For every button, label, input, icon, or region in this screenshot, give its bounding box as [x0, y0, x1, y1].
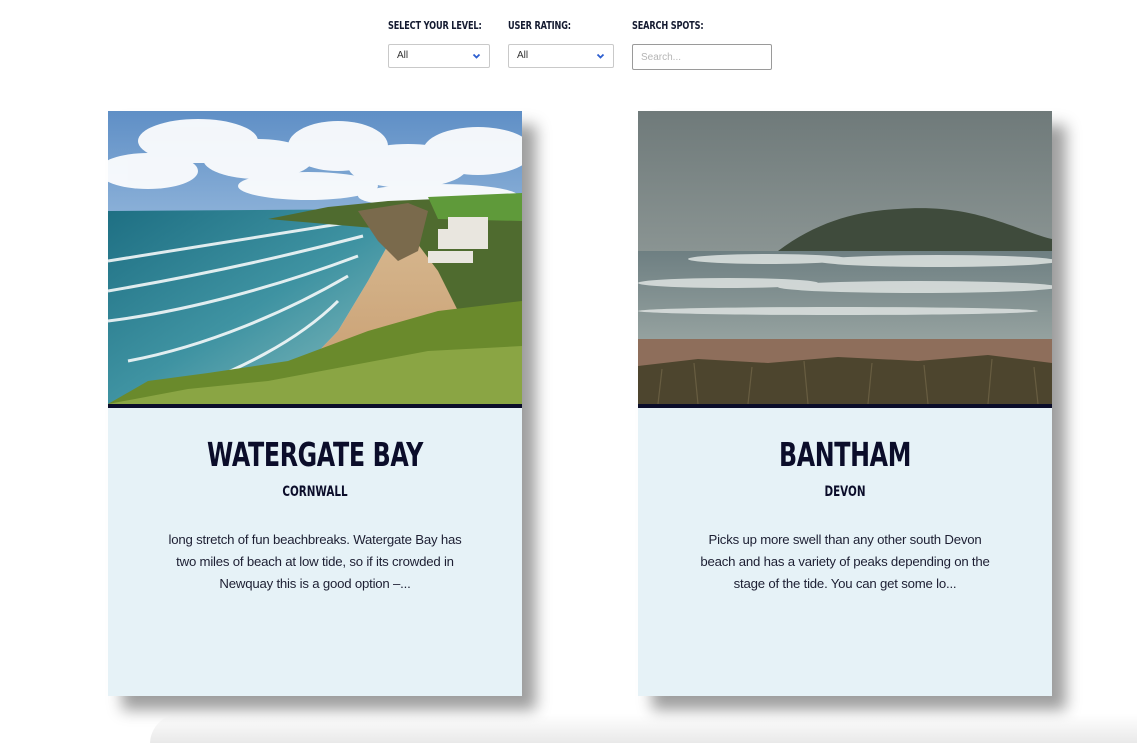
card-divider — [108, 404, 522, 408]
spot-image-watergate-bay — [108, 111, 522, 404]
level-filter: Select your level: All — [388, 18, 508, 68]
search-filter: Search spots: — [632, 18, 772, 70]
level-select-value: All — [397, 50, 409, 61]
spot-card-watergate-bay[interactable]: Watergate Bay Cornwall long stretch of f… — [108, 111, 522, 696]
spot-card-bantham[interactable]: Bantham Devon Picks up more swell than a… — [638, 111, 1052, 696]
spot-description: Picks up more swell than any other south… — [700, 532, 990, 591]
level-select[interactable]: All — [388, 44, 490, 68]
rating-filter: User rating: All — [508, 18, 614, 68]
chevron-down-icon — [472, 53, 481, 59]
spot-title: Watergate Bay — [207, 435, 423, 474]
chevron-down-icon — [596, 53, 605, 59]
rating-select[interactable]: All — [508, 44, 614, 68]
spot-image-bantham — [638, 111, 1052, 404]
scroll-fade — [150, 714, 1137, 743]
rating-select-value: All — [517, 50, 529, 61]
spot-region: Devon — [824, 484, 866, 500]
spot-region: Cornwall — [282, 484, 348, 500]
card-divider — [638, 404, 1052, 408]
level-filter-label: Select your level: — [388, 20, 482, 32]
rating-filter-label: User rating: — [508, 20, 571, 32]
search-filter-label: Search spots: — [632, 20, 704, 32]
spot-title: Bantham — [778, 435, 911, 474]
spot-description: long stretch of fun beachbreaks. Waterga… — [168, 532, 462, 591]
search-input[interactable] — [632, 44, 772, 70]
